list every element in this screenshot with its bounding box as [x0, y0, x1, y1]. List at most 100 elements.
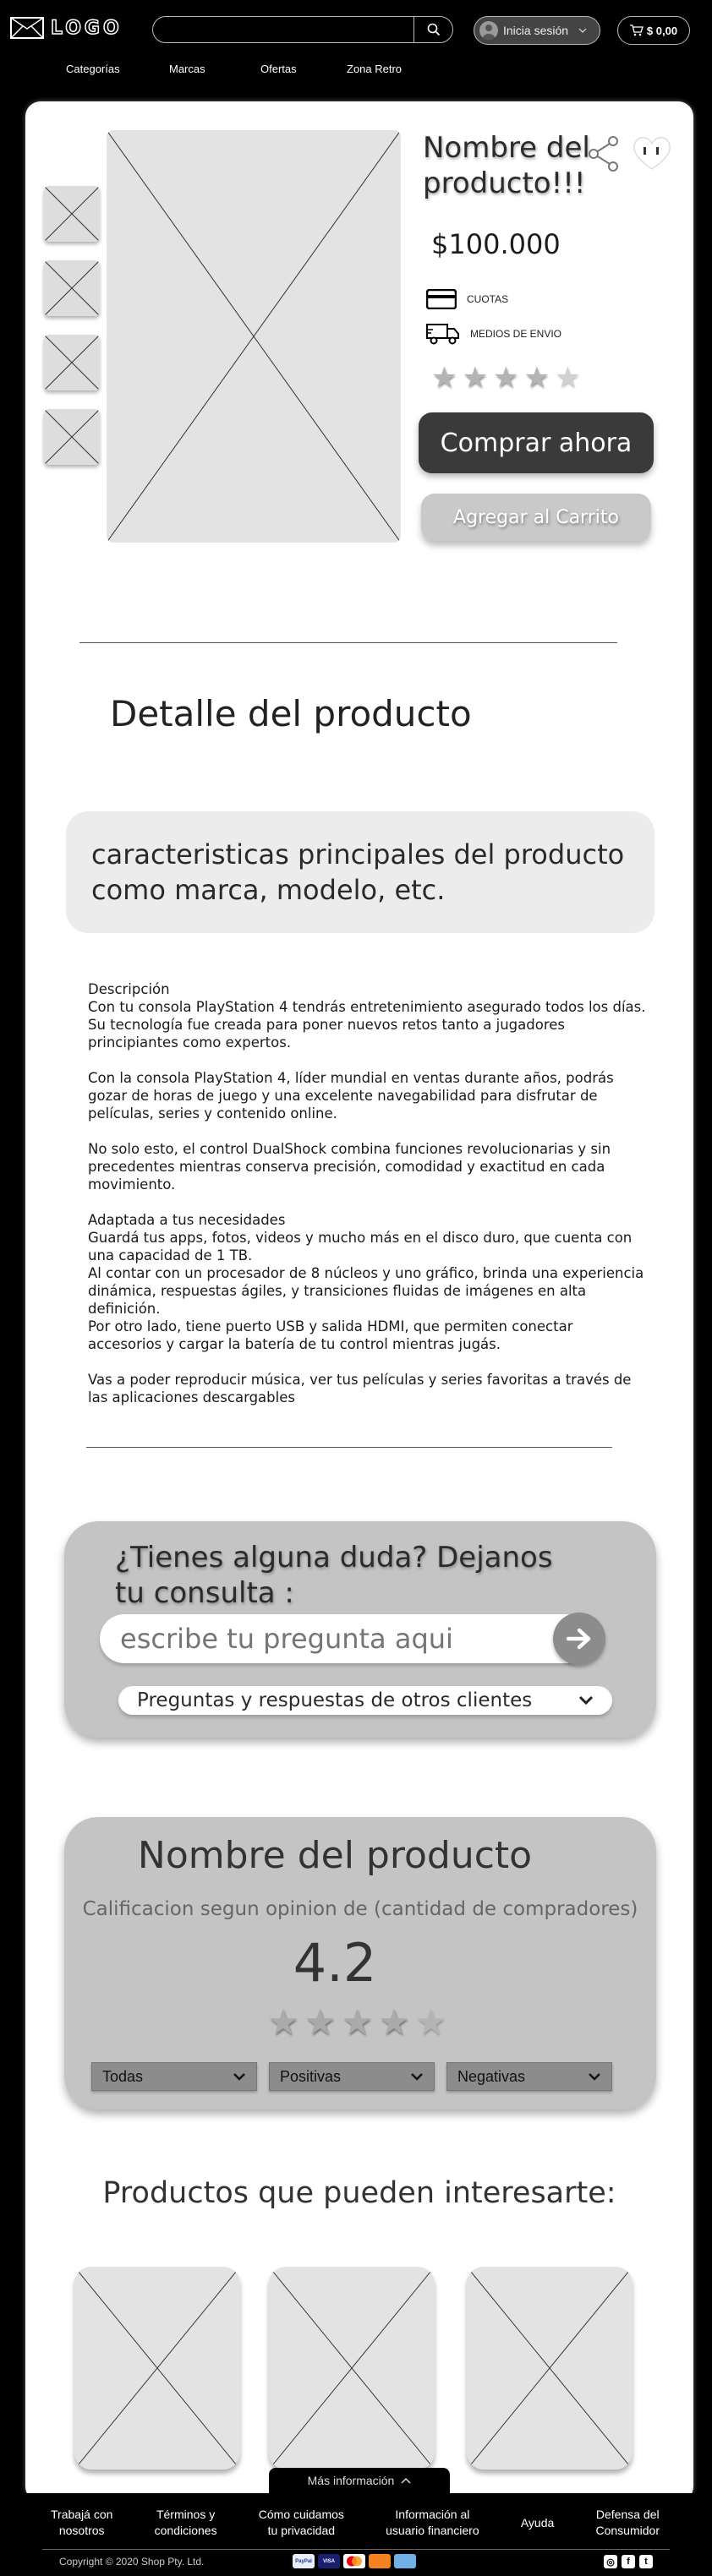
image-placeholder-icon	[44, 186, 100, 242]
product-rating-stars: ★ ★ ★ ★ ★	[431, 363, 580, 392]
star-icon: ★	[462, 362, 488, 394]
chevron-down-icon	[411, 2073, 423, 2081]
footer-divider	[42, 2549, 670, 2550]
visa-icon: VISA	[318, 2554, 340, 2568]
filter-positive[interactable]: Positivas	[269, 2062, 435, 2091]
copyright: Copyright © 2020 Shop Pty. Ltd.	[59, 2556, 205, 2568]
product-card: Nombre del producto!!! $100.000 CUOTAS M…	[25, 101, 693, 2502]
half-star-icon: ★	[414, 2002, 447, 2042]
nav-offers[interactable]: Ofertas	[260, 63, 347, 75]
faq-dropdown[interactable]: Preguntas y respuestas de otros clientes	[118, 1686, 612, 1715]
related-product-card[interactable]	[467, 2267, 633, 2470]
description-paragraph: Adaptada a tus necesidades Guardá tus ap…	[88, 1212, 644, 1352]
chevron-down-icon	[578, 28, 587, 33]
more-info-toggle[interactable]: Más información	[269, 2468, 450, 2493]
image-placeholder-icon	[74, 2267, 240, 2470]
related-title: Productos que pueden interesarte:	[102, 2176, 616, 2210]
product-main-image[interactable]	[107, 130, 401, 543]
search-icon	[427, 23, 440, 36]
description-paragraph: Con la consola PlayStation 4, líder mund…	[88, 1070, 614, 1122]
thumbnail-4[interactable]	[44, 409, 100, 465]
divider	[79, 642, 617, 643]
search-button[interactable]	[414, 17, 452, 42]
cart-button[interactable]: $ 0,00	[617, 16, 690, 45]
chevron-down-icon	[233, 2073, 245, 2081]
star-icon: ★	[523, 362, 550, 394]
reviews-panel: Nombre del producto Calificacion segun o…	[64, 1817, 656, 2109]
logo[interactable]: LOGO	[10, 17, 123, 39]
add-to-cart-button[interactable]: Agregar al Carrito	[421, 494, 651, 541]
installments-row[interactable]: CUOTAS	[426, 289, 508, 309]
cart-total: $ 0,00	[646, 24, 678, 37]
nav-brands[interactable]: Marcas	[169, 63, 260, 75]
star-icon: ★	[267, 2002, 299, 2042]
user-icon	[479, 21, 498, 40]
chevron-up-icon	[401, 2477, 411, 2484]
footer-link-work-with-us[interactable]: Trabajá con nosotros	[51, 2507, 112, 2539]
instagram-icon[interactable]: ◎	[604, 2555, 617, 2568]
cart-icon	[629, 25, 644, 36]
star-icon: ★	[341, 2002, 373, 2042]
footer-link-help[interactable]: Ayuda	[521, 2515, 554, 2531]
logo-text: LOGO	[50, 17, 123, 40]
installments-label: CUOTAS	[467, 293, 509, 305]
image-placeholder-icon	[44, 335, 100, 390]
image-placeholder-icon	[269, 2267, 435, 2470]
search-input[interactable]	[165, 22, 410, 39]
nav-retro-zone[interactable]: Zona Retro	[347, 63, 431, 75]
review-filters: Todas Positivas Negativas	[91, 2062, 612, 2091]
nav-categories[interactable]: Categorías	[66, 63, 169, 75]
description-paragraph: No solo esto, el control DualShock combi…	[88, 1141, 611, 1192]
shipping-row[interactable]: MEDIOS DE ENVIO	[426, 323, 561, 345]
discover-icon	[369, 2554, 391, 2568]
thumbnail-2[interactable]	[44, 260, 100, 316]
footer-links: Trabajá con nosotros Términos y condicio…	[51, 2507, 660, 2539]
image-placeholder-icon	[107, 130, 401, 543]
credit-card-icon	[426, 289, 457, 309]
reviews-rating-stars: ★ ★ ★ ★ ★	[267, 2005, 446, 2040]
main-nav: Categorías Marcas Ofertas Zona Retro	[66, 63, 431, 75]
chevron-down-icon	[589, 2073, 600, 2081]
star-icon: ★	[377, 2002, 410, 2042]
footer-link-consumer-defense[interactable]: Defensa del Consumidor	[596, 2507, 660, 2539]
questions-panel: ¿Tienes alguna duda? Dejanos tu consulta…	[64, 1521, 656, 1738]
filter-negative[interactable]: Negativas	[446, 2062, 612, 2091]
faq-label: Preguntas y respuestas de otros clientes	[137, 1689, 533, 1711]
payment-methods: PayPal VISA	[293, 2554, 416, 2568]
filter-label: Todas	[102, 2067, 144, 2085]
divider	[86, 1447, 612, 1448]
arrow-right-icon	[567, 1628, 591, 1650]
thumbnail-1[interactable]	[44, 186, 100, 242]
filter-all[interactable]: Todas	[91, 2062, 257, 2091]
product-price: $100.000	[431, 228, 561, 260]
questions-title: ¿Tienes alguna duda? Dejanos tu consulta…	[115, 1541, 553, 1610]
facebook-icon[interactable]: f	[622, 2555, 635, 2568]
social-links: ◎ f t	[604, 2555, 653, 2568]
footer-link-terms[interactable]: Términos y condiciones	[155, 2507, 217, 2539]
paypal-icon: PayPal	[293, 2554, 315, 2568]
buy-now-button[interactable]: Comprar ahora	[419, 412, 654, 473]
footer-link-privacy[interactable]: Cómo cuidamos tu privacidad	[259, 2507, 344, 2539]
truck-icon	[426, 324, 459, 345]
filter-label: Negativas	[457, 2067, 526, 2085]
thumbnail-3[interactable]	[44, 335, 100, 390]
product-description: Descripción Con tu consola PlayStation 4…	[88, 980, 646, 1424]
shipping-label: MEDIOS DE ENVIO	[470, 328, 562, 340]
twitter-icon[interactable]: t	[639, 2555, 653, 2568]
reviews-subtitle: Calificacion segun opinion de (cantidad …	[82, 1898, 638, 1920]
question-input[interactable]	[100, 1614, 590, 1663]
description-paragraph: Vas a poder reproducir música, ver tus p…	[88, 1372, 632, 1405]
send-question-button[interactable]	[553, 1613, 605, 1665]
footer: Trabajá con nosotros Términos y condicio…	[0, 2493, 712, 2576]
related-product-card[interactable]	[269, 2267, 435, 2470]
related-product-card[interactable]	[74, 2267, 240, 2470]
features-box: caracteristicas principales del producto…	[66, 811, 654, 933]
login-button[interactable]: Inicia sesión	[474, 16, 600, 45]
favorite-icon[interactable]	[630, 132, 674, 174]
more-info-label: Más información	[307, 2474, 395, 2487]
share-icon[interactable]	[588, 135, 620, 172]
product-title: Nombre del producto!!!	[423, 131, 590, 200]
footer-link-financial-info[interactable]: Información al usuario financiero	[386, 2507, 479, 2539]
mail-icon	[10, 17, 44, 39]
description-paragraph: Descripción Con tu consola PlayStation 4…	[88, 981, 646, 1051]
